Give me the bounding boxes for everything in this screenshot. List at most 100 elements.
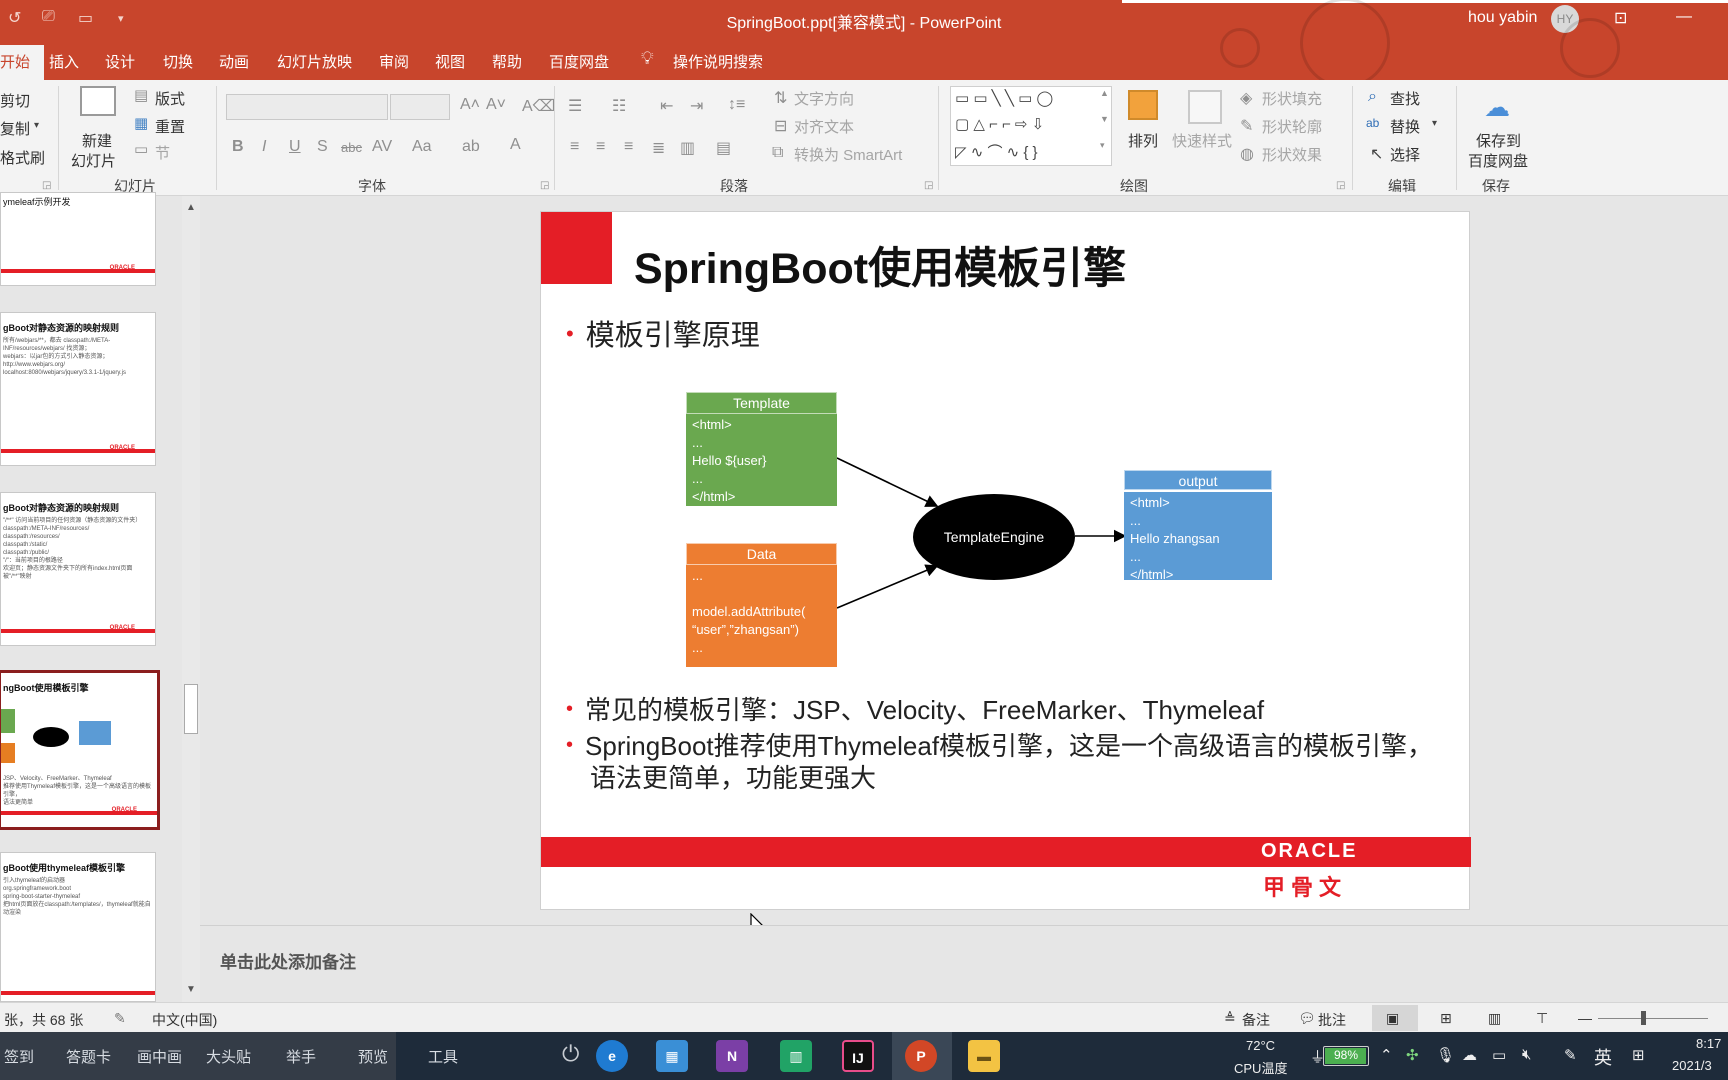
dialog-launcher-icon[interactable]: ◲ (924, 180, 933, 191)
template-box-body[interactable]: <html> ... Hello ${user} ... </html> (686, 414, 837, 506)
convert-smartart-button[interactable]: 转换为 SmartArt (794, 144, 902, 165)
change-case-icon[interactable]: Aa (412, 138, 432, 156)
ribbon-display-icon[interactable]: ⊡ (1614, 8, 1627, 28)
highlight-color-icon[interactable]: ab (462, 138, 480, 156)
shape-row-icon[interactable]: ◸ ∿ ⌒ ∿ { } (955, 141, 1038, 162)
arrange-button[interactable]: 排列 (1128, 130, 1158, 151)
decrease-indent-icon[interactable]: ⇤ (660, 96, 673, 116)
tools-button[interactable]: 工具 (428, 1046, 458, 1067)
arrange-icon[interactable] (1128, 90, 1158, 120)
tab-view[interactable]: 视图 (435, 51, 465, 72)
bullet-item[interactable]: • 常见的模板引擎：JSP、Velocity、FreeMarker、Thymele… (566, 690, 1264, 727)
file-explorer-icon[interactable]: ▬ (968, 1040, 1000, 1072)
distribute-icon[interactable]: ▥ (680, 138, 695, 158)
tab-help[interactable]: 帮助 (492, 51, 522, 72)
underline-icon[interactable]: U (289, 138, 301, 156)
replace-button[interactable]: 替换 (1390, 116, 1420, 137)
slide-thumbnail[interactable]: gBoot对静态资源的映射规则 "/**" 访问当前项目的任何资源（静态资源的文… (0, 492, 156, 646)
data-box-header[interactable]: Data (686, 543, 837, 565)
columns-icon[interactable]: ▤ (716, 138, 731, 158)
bold-icon[interactable]: B (232, 138, 244, 156)
tab-animations[interactable]: 动画 (219, 51, 249, 72)
character-spacing-icon[interactable]: AV (372, 138, 392, 156)
tab-home[interactable]: 开始 (0, 45, 45, 80)
align-text-button[interactable]: 对齐文本 (794, 116, 854, 137)
shape-outline-button[interactable]: 形状轮廓 (1262, 116, 1322, 137)
scroll-up-icon[interactable]: ▲ (186, 202, 196, 213)
shapes-gallery[interactable]: ▭ ▭ ╲ ╲ ▭ ◯ ▢ △ ⌐ ⌐ ⇨ ⇩ ◸ ∿ ⌒ ∿ { } (950, 86, 1112, 166)
italic-icon[interactable]: I (262, 138, 266, 156)
slide-thumbnail[interactable]: gBoot使用thymeleaf模板引擎 引入thymeleaf的启动器 org.… (0, 852, 156, 1002)
layout-button[interactable]: 版式 (155, 88, 185, 109)
tab-insert[interactable]: 插入 (49, 51, 79, 72)
output-box-header[interactable]: output (1124, 470, 1272, 490)
edge-icon[interactable]: e (596, 1040, 628, 1072)
justify-icon[interactable]: ≣ (652, 138, 665, 158)
baidu-cloud-icon[interactable]: ☁ (1484, 92, 1510, 123)
font-name-dropdown[interactable] (226, 94, 388, 120)
ime-indicator[interactable]: 英 (1594, 1044, 1612, 1070)
bullets-icon[interactable]: ☰ (568, 96, 582, 116)
format-painter-button[interactable]: 格式刷 (0, 147, 45, 168)
new-slide-button[interactable]: 新建 (82, 130, 112, 151)
slide-canvas[interactable]: SpringBoot使用模板引擎 • 模板引擎原理 Template <html>… (540, 211, 1471, 910)
ime-mode-icon[interactable]: ⊞ (1632, 1046, 1645, 1064)
gallery-scroll-icon[interactable]: ▲ (1100, 88, 1109, 98)
tab-slideshow[interactable]: 幻灯片放映 (277, 51, 352, 72)
zoom-slider-knob[interactable] (1641, 1011, 1646, 1025)
pen-icon[interactable]: ✎ (1564, 1046, 1577, 1064)
language-indicator[interactable]: 中文(中国) (152, 1010, 217, 1030)
chevron-down-icon[interactable]: ▾ (1432, 118, 1437, 129)
minimize-icon[interactable]: — (1676, 8, 1692, 26)
increase-indent-icon[interactable]: ⇥ (690, 96, 703, 116)
notes-pane[interactable]: 单击此处添加备注 (200, 925, 1728, 1002)
comments-toggle[interactable]: 批注 (1318, 1010, 1346, 1030)
power-icon[interactable]: ⏻ (562, 1041, 579, 1067)
clock-date[interactable]: 2021/3 (1672, 1058, 1712, 1073)
zoom-slider[interactable] (1598, 1018, 1708, 1019)
save-to-baidu-label[interactable]: 百度网盘 (1468, 150, 1528, 171)
gallery-expand-icon[interactable]: ▾ (1100, 140, 1105, 151)
template-engine-ellipse[interactable]: TemplateEngine (913, 494, 1075, 580)
quick-styles-button[interactable]: 快速样式 (1172, 130, 1232, 151)
copy-button[interactable]: 复制 (0, 118, 30, 139)
numbering-icon[interactable]: ☷ (612, 96, 626, 116)
onenote-icon[interactable]: N (716, 1040, 748, 1072)
align-center-icon[interactable]: ≡ (596, 138, 605, 156)
shape-row-icon[interactable]: ▢ △ ⌐ ⌐ ⇨ ⇩ (955, 115, 1044, 133)
new-slide-icon[interactable] (80, 86, 116, 116)
slide-sorter-icon[interactable]: ⊞ (1440, 1010, 1452, 1027)
font-color-icon[interactable]: A (510, 136, 521, 154)
microphone-icon[interactable]: 🎙︎ (1436, 1046, 1455, 1064)
network-icon[interactable]: ▭ (1492, 1046, 1506, 1064)
slide-thumbnail[interactable]: gBoot对静态资源的映射规则 所有/webjars/**，都去 classpa… (0, 312, 156, 466)
battery-indicator[interactable]: 98% (1323, 1046, 1369, 1066)
reset-button[interactable]: 重置 (155, 116, 185, 137)
shape-fill-button[interactable]: 形状填充 (1262, 88, 1322, 109)
clear-formatting-icon[interactable]: A⌫ (522, 96, 555, 116)
decrease-font-icon[interactable]: A˅ (486, 96, 506, 114)
tab-baidu[interactable]: 百度网盘 (549, 51, 609, 72)
tab-design[interactable]: 设计 (105, 51, 135, 72)
slide-thumbnail[interactable]: ymeleaf示例开发 ORACLE (0, 192, 156, 286)
dialog-launcher-icon[interactable]: ◲ (540, 180, 549, 191)
template-box-header[interactable]: Template (686, 392, 837, 414)
dialog-launcher-icon[interactable]: ◲ (1336, 180, 1345, 191)
preview-button[interactable]: 预览 (358, 1046, 388, 1067)
excel-icon[interactable]: ▥ (780, 1040, 812, 1072)
reading-view-icon[interactable]: ▥ (1488, 1010, 1501, 1027)
spellcheck-icon[interactable]: ✎ (114, 1010, 126, 1027)
shadow-icon[interactable]: S (317, 138, 328, 156)
tray-app-icon[interactable]: ✣ (1406, 1046, 1419, 1064)
increase-font-icon[interactable]: A˄ (460, 96, 480, 114)
zoom-out-icon[interactable]: — (1578, 1010, 1592, 1026)
sign-in-button[interactable]: 签到 (4, 1046, 34, 1067)
onedrive-icon[interactable]: ☁ (1462, 1046, 1477, 1064)
find-button[interactable]: 查找 (1390, 88, 1420, 109)
answer-card-button[interactable]: 答题卡 (66, 1046, 111, 1067)
scroll-down-icon[interactable]: ▼ (186, 984, 196, 995)
raise-hand-button[interactable]: 举手 (286, 1046, 316, 1067)
tab-review[interactable]: 审阅 (379, 51, 409, 72)
dialog-launcher-icon[interactable]: ◲ (42, 180, 51, 191)
powerpoint-icon[interactable]: P (905, 1040, 937, 1072)
